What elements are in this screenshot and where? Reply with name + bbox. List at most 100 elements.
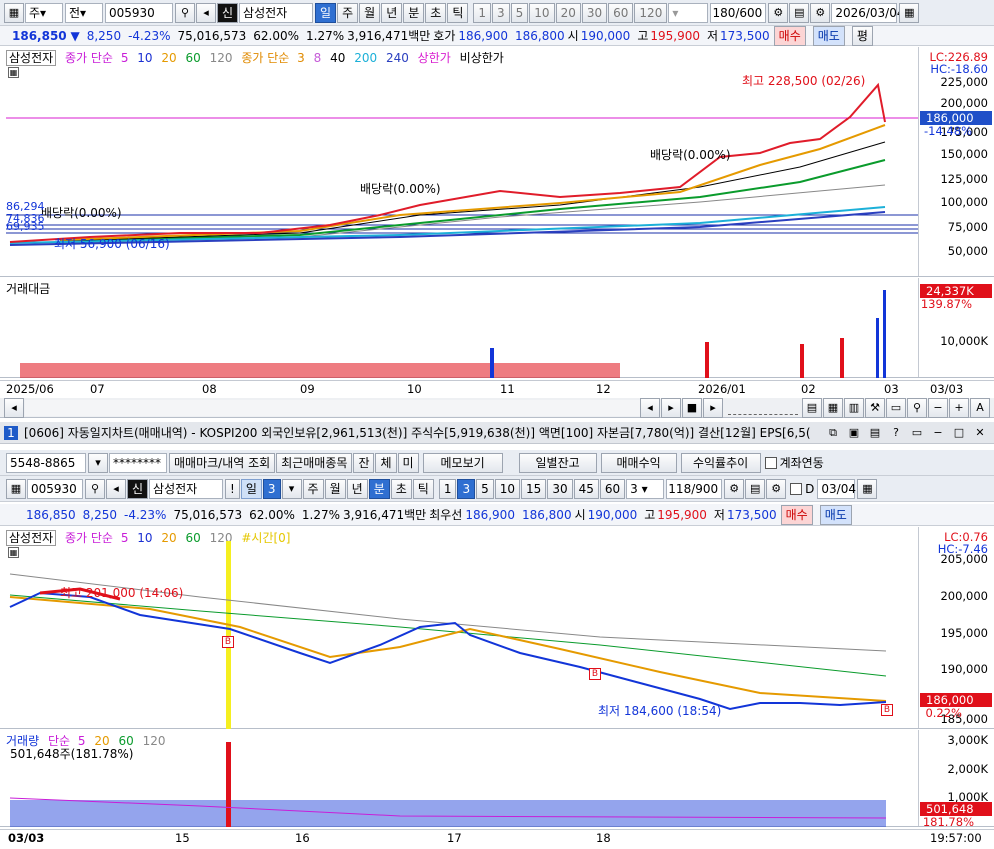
avg-button[interactable]: 평 <box>851 25 873 46</box>
num-20[interactable]: 20 <box>555 2 581 23</box>
buy-button[interactable]: 매수 <box>773 25 806 46</box>
interval-select[interactable]: 3 ▾ <box>626 478 665 499</box>
account-dropdown-icon[interactable]: ▾ <box>88 452 108 473</box>
num-5[interactable]: 5 <box>476 478 494 499</box>
plus-icon[interactable]: + <box>949 397 969 418</box>
layout-icon[interactable]: ▤ <box>802 397 822 418</box>
period-day[interactable]: 일 <box>315 2 337 23</box>
link-icon[interactable]: ⧉ <box>823 423 843 443</box>
menu-icon[interactable]: ▭ <box>907 423 927 443</box>
chart-scrollbar[interactable]: ◂ ◂ ▸ ■ ▸ ▤ ▦ ▥ ⚒ ▭ ⚲ − + A <box>0 397 994 418</box>
prev-select[interactable]: 전 ▾ <box>65 2 103 23</box>
num-60[interactable]: 60 <box>608 2 634 23</box>
tool-icon[interactable]: ⚒ <box>865 397 885 418</box>
num-3[interactable]: 3 <box>492 2 510 23</box>
unfilled-button[interactable]: 미 <box>397 452 419 473</box>
num-3[interactable]: 3 <box>457 478 476 499</box>
search-icon[interactable]: ⚲ <box>85 478 105 499</box>
intraday-volume-chart[interactable]: 거래량 단순 5 20 60 120 501,648주(181.78%) 3,0… <box>0 730 994 829</box>
scroll-prev-icon[interactable]: ◂ <box>640 397 660 418</box>
sound-icon[interactable]: ◂ <box>196 2 216 23</box>
font-icon[interactable]: A <box>970 397 990 418</box>
period-tick[interactable]: 틱 <box>412 478 434 499</box>
stock-code-input[interactable]: 005930 <box>27 478 83 499</box>
num-15[interactable]: 15 <box>521 478 547 499</box>
bar-icon[interactable]: ▥ <box>844 397 864 418</box>
account-field[interactable]: 5548-8865 <box>6 452 86 473</box>
d-checkbox[interactable] <box>790 482 803 495</box>
calendar-icon[interactable]: ▦ <box>857 478 878 499</box>
calendar-icon[interactable]: ▦ <box>899 2 920 23</box>
play-icon[interactable]: ▸ <box>661 397 681 418</box>
gear-icon[interactable]: ⚙ <box>766 478 787 499</box>
ruler-icon[interactable]: ▭ <box>886 397 906 418</box>
period-tick[interactable]: 틱 <box>447 2 469 23</box>
memo-button[interactable]: 메모보기 <box>422 452 503 473</box>
period-second[interactable]: 초 <box>390 478 412 499</box>
num-30[interactable]: 30 <box>547 478 573 499</box>
help-icon[interactable]: ? <box>886 423 906 443</box>
sell-button[interactable]: 매도 <box>812 25 845 46</box>
stock-code-input[interactable]: 005930 <box>105 2 173 23</box>
count-field[interactable]: 118/900 <box>666 478 723 499</box>
gear-icon[interactable]: ⚙ <box>810 2 831 23</box>
trade-mark-query-button[interactable]: 매매마크/내역 조회 <box>169 452 276 473</box>
minimize-icon[interactable]: − <box>928 423 948 443</box>
date-field[interactable]: 2026/03/04 <box>831 2 905 23</box>
maximize-icon[interactable]: □ <box>949 423 969 443</box>
chart-menu-icon[interactable]: ▦ <box>6 478 26 499</box>
period-month[interactable]: 월 <box>324 478 346 499</box>
zoom-slider[interactable] <box>728 401 798 415</box>
intraday-price-chart[interactable]: 삼성전자 종가 단순 5 10 20 60 120 #시간[0] ▦ B B B… <box>0 527 994 729</box>
buy-mark[interactable]: B <box>881 704 893 716</box>
return-trend-button[interactable]: 수익률추이 <box>680 452 761 473</box>
day-count-select[interactable]: 3 <box>262 478 281 499</box>
count-field[interactable]: 180/600 <box>710 2 767 23</box>
scroll-track[interactable] <box>25 399 640 416</box>
num-5[interactable]: 5 <box>510 2 529 23</box>
minus-icon[interactable]: − <box>928 397 948 418</box>
period-minute[interactable]: 분 <box>403 2 425 23</box>
day-dropdown-icon[interactable]: ▾ <box>281 478 302 499</box>
recent-trades-button[interactable]: 최근매매종목 <box>276 452 353 473</box>
period-week[interactable]: 주 <box>337 2 359 23</box>
alert-button[interactable]: ! <box>225 478 240 499</box>
fast-forward-icon[interactable]: ▸ <box>703 397 723 418</box>
date-field[interactable]: 03/04 <box>817 478 856 499</box>
num-30[interactable]: 30 <box>581 2 608 23</box>
chart-menu-icon[interactable]: ▦ <box>4 2 24 23</box>
stop-icon[interactable]: ■ <box>682 397 702 418</box>
buy-mark[interactable]: B <box>222 636 234 648</box>
password-field[interactable]: ******** <box>109 452 167 473</box>
daily-price-chart[interactable]: 삼성전자 종가 단순 5 10 20 60 120 종가 단순 3 8 40 2… <box>0 47 994 277</box>
num-120[interactable]: 120 <box>634 2 668 23</box>
buy-mark[interactable]: B <box>589 668 601 680</box>
save-icon[interactable]: ▤ <box>745 478 766 499</box>
num-1[interactable]: 1 <box>438 478 457 499</box>
buy-button[interactable]: 매수 <box>780 504 813 525</box>
daily-balance-button[interactable]: 일별잔고 <box>518 452 597 473</box>
period-second[interactable]: 초 <box>425 2 447 23</box>
sound-icon[interactable]: ◂ <box>106 478 126 499</box>
interval-select[interactable]: ▾ <box>668 2 709 23</box>
period-month[interactable]: 월 <box>359 2 381 23</box>
trade-profit-button[interactable]: 매매수익 <box>600 452 677 473</box>
period-day[interactable]: 일 <box>240 478 262 499</box>
scroll-left-icon[interactable]: ◂ <box>4 397 24 418</box>
search-icon[interactable]: ⚲ <box>175 2 195 23</box>
num-10[interactable]: 10 <box>494 478 521 499</box>
num-1[interactable]: 1 <box>473 2 492 23</box>
period-year[interactable]: 년 <box>381 2 403 23</box>
save-icon[interactable]: ▤ <box>789 2 810 23</box>
period-week[interactable]: 주 <box>302 478 324 499</box>
market-select[interactable]: 주 ▾ <box>25 2 63 23</box>
close-icon[interactable]: ✕ <box>970 423 990 443</box>
period-minute[interactable]: 분 <box>368 478 390 499</box>
num-45[interactable]: 45 <box>573 478 599 499</box>
period-year[interactable]: 년 <box>346 478 368 499</box>
settings-icon[interactable]: ⚙ <box>724 478 745 499</box>
tile-icon[interactable]: ▤ <box>865 423 885 443</box>
grid-icon[interactable]: ▦ <box>823 397 843 418</box>
filled-button[interactable]: 체 <box>375 452 397 473</box>
num-10[interactable]: 10 <box>529 2 555 23</box>
